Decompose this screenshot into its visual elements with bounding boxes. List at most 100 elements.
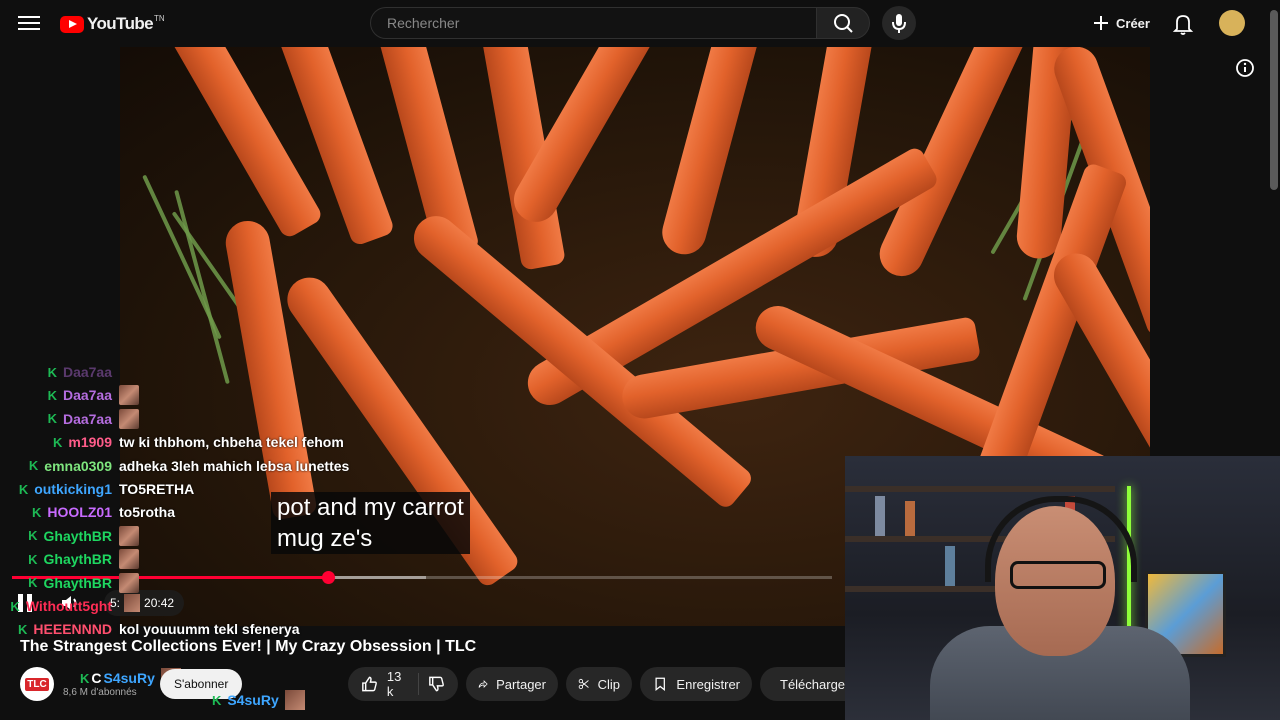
scissors-icon <box>578 678 589 690</box>
divider <box>418 673 420 695</box>
chat-message: Koutkicking1 TO5RETHA <box>0 478 360 500</box>
chat-message: Km1909 tw ki thbhom, chbeha tekel fehom <box>0 431 360 453</box>
plus-icon <box>1094 16 1108 30</box>
chat-badge-icon: K <box>18 621 28 637</box>
share-icon <box>478 680 488 688</box>
chat-username: Daa7aa <box>62 387 112 404</box>
chat-message: K Withoutt5ght <box>0 595 360 617</box>
chat-badge-icon: K <box>28 528 38 544</box>
chat-username: HOOLZ01 <box>47 504 112 521</box>
chat-username: Daa7aa <box>62 410 112 427</box>
emote-image <box>119 408 139 429</box>
chat-user: Km1909 <box>53 434 112 450</box>
chat-message: K Daa7aa <box>0 384 360 406</box>
voice-search-button[interactable] <box>882 6 916 40</box>
chat-badge-icon: K <box>80 670 90 686</box>
create-label: Créer <box>1116 15 1150 31</box>
emote-image <box>119 525 139 546</box>
chat-text: TO5RETHA <box>119 481 195 497</box>
video-title: The Strangest Collections Ever! | My Cra… <box>20 638 477 655</box>
menu-icon[interactable] <box>18 13 40 33</box>
chat-badge-icon: K <box>18 481 29 497</box>
chat-badge-icon: K <box>47 364 57 380</box>
chat-row-bottom: K S4suRy <box>212 690 305 710</box>
chat-username: S4suRy <box>227 692 279 708</box>
search-box <box>370 7 817 39</box>
chat-message: K Daa7aa <box>0 361 360 383</box>
chat-badge-icon: K <box>212 692 222 708</box>
info-icon[interactable] <box>1235 58 1255 78</box>
account-avatar[interactable] <box>1219 10 1245 36</box>
play-logo-icon <box>60 15 84 33</box>
save-label: Enregistrer <box>676 676 740 692</box>
search-input[interactable] <box>385 14 802 32</box>
page-scrollbar[interactable] <box>1270 0 1280 200</box>
chat-user: K GhaythBR <box>28 551 112 567</box>
chat-username: m1909 <box>68 434 112 451</box>
clip-label: Clip <box>597 676 620 692</box>
bookmark-icon <box>655 677 665 692</box>
chat-text: adheka 3leh mahich lebsa lunettes <box>119 457 350 474</box>
chat-user: K Withoutt5ght <box>10 598 112 614</box>
chat-badge-icon: K <box>53 434 63 450</box>
notifications-button[interactable] <box>1170 11 1196 37</box>
chat-badge-icon: K <box>28 551 38 567</box>
thumbs-up-icon[interactable] <box>360 674 379 694</box>
emote-image <box>119 572 139 593</box>
chat-message: K HOOLZ01 to5rotha <box>0 501 360 523</box>
create-button[interactable]: Créer <box>1092 7 1150 39</box>
chat-user: K HEEENNND <box>18 621 112 637</box>
chat-message: K GhaythBR <box>0 525 360 547</box>
share-label: Partager <box>496 676 546 692</box>
channel-logo-text: TLC <box>25 677 49 691</box>
chat-username: GhaythBR <box>43 527 112 544</box>
download-label: Télécharger <box>780 676 845 692</box>
top-bar: YouTube TN Créer <box>0 0 1280 46</box>
chat-username: GhaythBR <box>43 574 112 591</box>
chat-user: K GhaythBR <box>28 528 112 544</box>
download-button[interactable]: Télécharger <box>760 667 845 701</box>
overlay-user: S4suRy <box>103 670 155 686</box>
chat-message: K GhaythBR <box>0 548 360 570</box>
bell-icon <box>1172 15 1194 35</box>
channel-avatar[interactable]: TLC <box>20 667 54 701</box>
emote-image <box>119 549 139 570</box>
chat-user: K Daa7aa <box>48 364 112 380</box>
emote-image <box>284 690 305 710</box>
chat-badge-icon: K <box>10 598 20 614</box>
glasses <box>1010 561 1106 589</box>
chat-user: K HOOLZ01 <box>32 504 112 520</box>
chat-badge-icon: K <box>47 411 57 427</box>
webcam-overlay <box>845 456 1280 720</box>
chat-badge-icon: K <box>32 504 42 520</box>
chat-badge-icon: K <box>47 387 57 403</box>
chat-user: K Daa7aa <box>48 411 112 427</box>
share-button[interactable]: Partager <box>466 667 558 701</box>
chat-username: Withoutt5ght <box>25 598 112 614</box>
chat-username: Daa7aa <box>62 364 112 380</box>
chat-username: GhaythBR <box>43 551 112 568</box>
save-button[interactable]: Enregistrer <box>640 667 752 701</box>
like-count[interactable]: 13 k <box>387 669 410 699</box>
chat-text: tw ki thbhom, chbeha tekel fehom <box>119 434 344 451</box>
logo-text: YouTube <box>87 14 154 33</box>
thumbs-down-icon[interactable] <box>427 674 446 694</box>
microphone-icon <box>892 14 906 33</box>
chat-user: K GhaythBR <box>28 575 112 591</box>
chat-message: Kemna0309 adheka 3leh mahich lebsa lunett… <box>0 455 360 477</box>
youtube-logo[interactable]: YouTube TN <box>60 13 165 35</box>
chat-badge-icon: K <box>28 575 38 591</box>
chat-text: kol youuumm tekl sfenerya <box>119 621 300 638</box>
logo-country: TN <box>154 13 165 23</box>
search-button[interactable] <box>816 7 870 39</box>
like-dislike-group: 13 k <box>348 667 458 701</box>
chat-username: HEEENNND <box>33 621 112 638</box>
chat-user: K Daa7aa <box>48 387 112 403</box>
chat-message: K Daa7aa <box>0 408 360 430</box>
subscriber-count: 8,6 M d'abonnés <box>63 687 137 698</box>
chat-badge-icon: K <box>28 458 39 474</box>
chat-message: K GhaythBR <box>0 572 360 594</box>
clip-button[interactable]: Clip <box>566 667 632 701</box>
chat-user: Kemna0309 <box>29 458 112 474</box>
chat-username: outkicking1 <box>34 481 112 497</box>
